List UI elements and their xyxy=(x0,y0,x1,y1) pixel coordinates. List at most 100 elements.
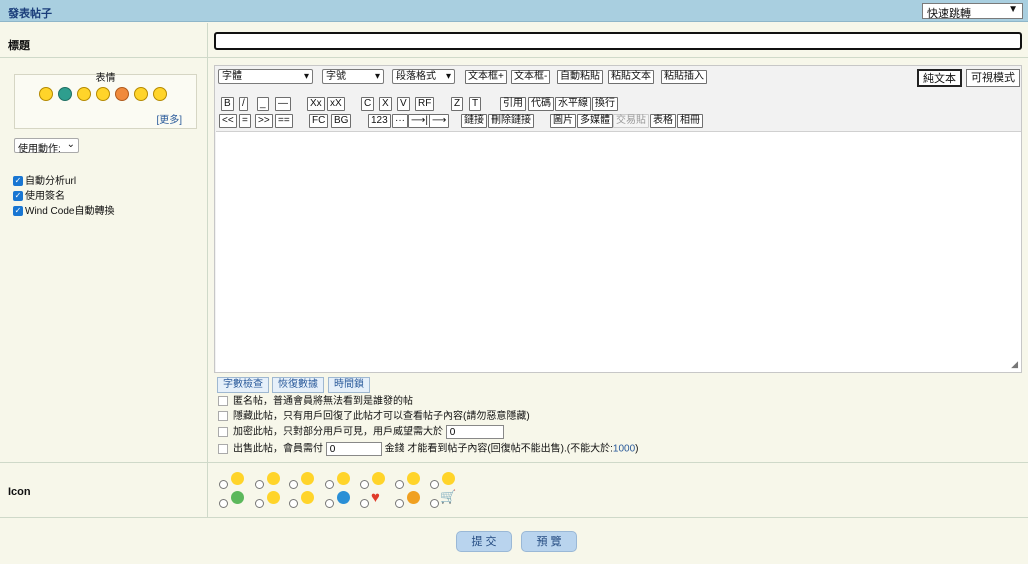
redo-button[interactable]: T xyxy=(469,97,482,111)
textbox-shrink-button[interactable]: 文本框- xyxy=(511,70,551,84)
chevron-down-icon: ▾ xyxy=(374,71,380,82)
sad-emoji-icon[interactable] xyxy=(134,87,148,101)
more-emoji-link[interactable]: [更多] xyxy=(156,111,182,126)
anonymous-option[interactable]: 匿名帖，普通會員將無法看到是誰發的帖 xyxy=(218,395,413,409)
icon-radio[interactable] xyxy=(430,480,439,489)
icon-radio[interactable] xyxy=(395,499,404,508)
preview-button[interactable]: 預 覽 xyxy=(521,531,577,552)
hidden-option[interactable]: 隱藏此帖，只有用戶回復了此帖才可以查看帖子內容(請勿惡意隱藏) xyxy=(218,410,530,424)
title-input[interactable] xyxy=(214,32,1022,50)
link-button[interactable]: 鏈接 xyxy=(461,114,487,128)
option-signature[interactable]: ✓ 使用簽名 xyxy=(13,187,65,202)
undo-button[interactable]: Z xyxy=(451,97,464,111)
line-break-button[interactable]: 換行 xyxy=(592,97,618,111)
plain-text-mode-button[interactable]: 純文本 xyxy=(917,69,962,87)
action-select[interactable]: 使用動作: ⌄ xyxy=(14,138,79,155)
checkbox-checked-icon[interactable]: ✓ xyxy=(13,176,23,187)
checkbox[interactable] xyxy=(218,411,228,422)
icon-radio[interactable] xyxy=(325,480,334,489)
paste-insert-button[interactable]: 粘貼插入 xyxy=(661,70,707,84)
paragraph-select[interactable]: 段落格式 ▾ xyxy=(392,69,455,84)
checkbox-checked-icon[interactable]: ✓ xyxy=(13,191,23,202)
shopping-cart-icon: 🛒 xyxy=(440,489,457,504)
icon-radio[interactable] xyxy=(255,499,264,508)
submit-button[interactable]: 提 交 xyxy=(456,531,512,552)
option-label: 自動分析url xyxy=(25,176,77,187)
horizontal-line-button[interactable]: 水平線 xyxy=(555,97,591,111)
option-auto-url[interactable]: ✓ 自動分析url xyxy=(13,172,76,187)
checkbox[interactable] xyxy=(218,427,228,437)
code-button[interactable]: 代碼 xyxy=(528,97,554,111)
copy-button[interactable]: C xyxy=(361,97,375,111)
align-left-button[interactable]: << xyxy=(219,114,237,128)
sad-emoji-icon xyxy=(442,472,455,485)
encrypt-value-input[interactable] xyxy=(445,425,504,439)
checkbox[interactable] xyxy=(218,444,228,454)
icon-radio[interactable] xyxy=(289,480,298,489)
encrypt-option[interactable]: 加密此帖，只對部分用戶可見，用戶威望需大於 xyxy=(218,425,504,439)
strike-button[interactable]: — xyxy=(275,97,291,111)
sell-value-input[interactable] xyxy=(325,442,382,456)
unordered-list-button[interactable]: ··· xyxy=(392,114,408,128)
background-color-button[interactable]: BG xyxy=(331,114,352,128)
textbox-grow-button[interactable]: 文本框+ xyxy=(465,70,507,84)
smile-emoji-icon[interactable] xyxy=(39,87,53,101)
indent-button[interactable]: ⟶ xyxy=(429,114,450,128)
font-select[interactable]: 字體 ▾ xyxy=(218,69,313,84)
paste-button[interactable]: V xyxy=(397,97,410,111)
restore-data-button[interactable]: 恢復數據 xyxy=(272,377,324,393)
cut-button[interactable]: X xyxy=(379,97,392,111)
align-center-button[interactable]: = xyxy=(239,114,251,128)
bold-button[interactable]: B xyxy=(221,97,234,111)
italic-button[interactable]: / xyxy=(239,97,248,111)
image-button[interactable]: 圖片 xyxy=(550,114,576,128)
grin-emoji-icon[interactable] xyxy=(58,87,72,101)
icon-radio[interactable] xyxy=(289,499,298,508)
angry-emoji-icon[interactable] xyxy=(115,87,129,101)
resize-handle-icon[interactable]: ◢ xyxy=(1011,359,1018,370)
header-bar: 發表帖子 快速跳轉 ▼ xyxy=(0,0,1028,22)
word-count-button[interactable]: 字數檢查 xyxy=(217,377,269,393)
happy-emoji-icon[interactable] xyxy=(96,87,110,101)
superscript-button[interactable]: Xx xyxy=(307,97,325,111)
paste-text-button[interactable]: 粘貼文本 xyxy=(608,70,654,84)
subscript-button[interactable]: xX xyxy=(327,97,345,111)
icon-radio[interactable] xyxy=(430,499,439,508)
question-emoji-icon[interactable] xyxy=(77,87,91,101)
size-select[interactable]: 字號 ▾ xyxy=(322,69,384,84)
album-button[interactable]: 相冊 xyxy=(677,114,703,128)
anonymous-label: 匿名帖，普通會員將無法看到是誰發的帖 xyxy=(233,396,413,407)
ordered-list-button[interactable]: 123 xyxy=(368,114,391,128)
underline-button[interactable]: _ xyxy=(257,97,269,111)
icon-radio[interactable] xyxy=(219,480,228,489)
icon-radio[interactable] xyxy=(255,480,264,489)
icon-radio[interactable] xyxy=(325,499,334,508)
unlink-button[interactable]: 刪除鏈接 xyxy=(488,114,534,128)
option-windcode[interactable]: ✓ Wind Code自動轉換 xyxy=(13,202,114,217)
laugh-emoji-icon xyxy=(407,472,420,485)
visual-mode-button[interactable]: 可視模式 xyxy=(966,69,1020,87)
content-textarea[interactable]: ◢ xyxy=(216,131,1021,372)
justify-button[interactable]: == xyxy=(275,114,293,128)
quick-jump-select[interactable]: 快速跳轉 ▼ xyxy=(922,3,1023,20)
media-button[interactable]: 多媒體 xyxy=(577,114,613,128)
cool-emoji-icon xyxy=(301,491,314,504)
sell-label: 出售此帖，會員需付 xyxy=(233,443,323,455)
font-color-button[interactable]: FC xyxy=(309,114,329,128)
time-lock-button[interactable]: 時間鎖 xyxy=(328,377,370,393)
outdent-button[interactable]: ⟶| xyxy=(408,114,431,128)
remove-format-button[interactable]: RF xyxy=(415,97,435,111)
cool-emoji-icon[interactable] xyxy=(153,87,167,101)
sell-option[interactable]: 出售此帖，會員需付 金錢 才能看到帖子內容(回復帖不能出售).(不能大於:100… xyxy=(218,442,638,456)
icon-radio[interactable] xyxy=(360,480,369,489)
icon-radio[interactable] xyxy=(219,499,228,508)
action-select-label: 使用動作: xyxy=(18,144,61,155)
checkbox-checked-icon[interactable]: ✓ xyxy=(13,206,23,217)
quote-button[interactable]: 引用 xyxy=(500,97,526,111)
icon-radio[interactable] xyxy=(360,499,369,508)
align-right-button[interactable]: >> xyxy=(255,114,273,128)
auto-paste-button[interactable]: 自動粘貼 xyxy=(557,70,603,84)
icon-radio[interactable] xyxy=(395,480,404,489)
checkbox[interactable] xyxy=(218,396,228,407)
table-button[interactable]: 表格 xyxy=(650,114,676,128)
